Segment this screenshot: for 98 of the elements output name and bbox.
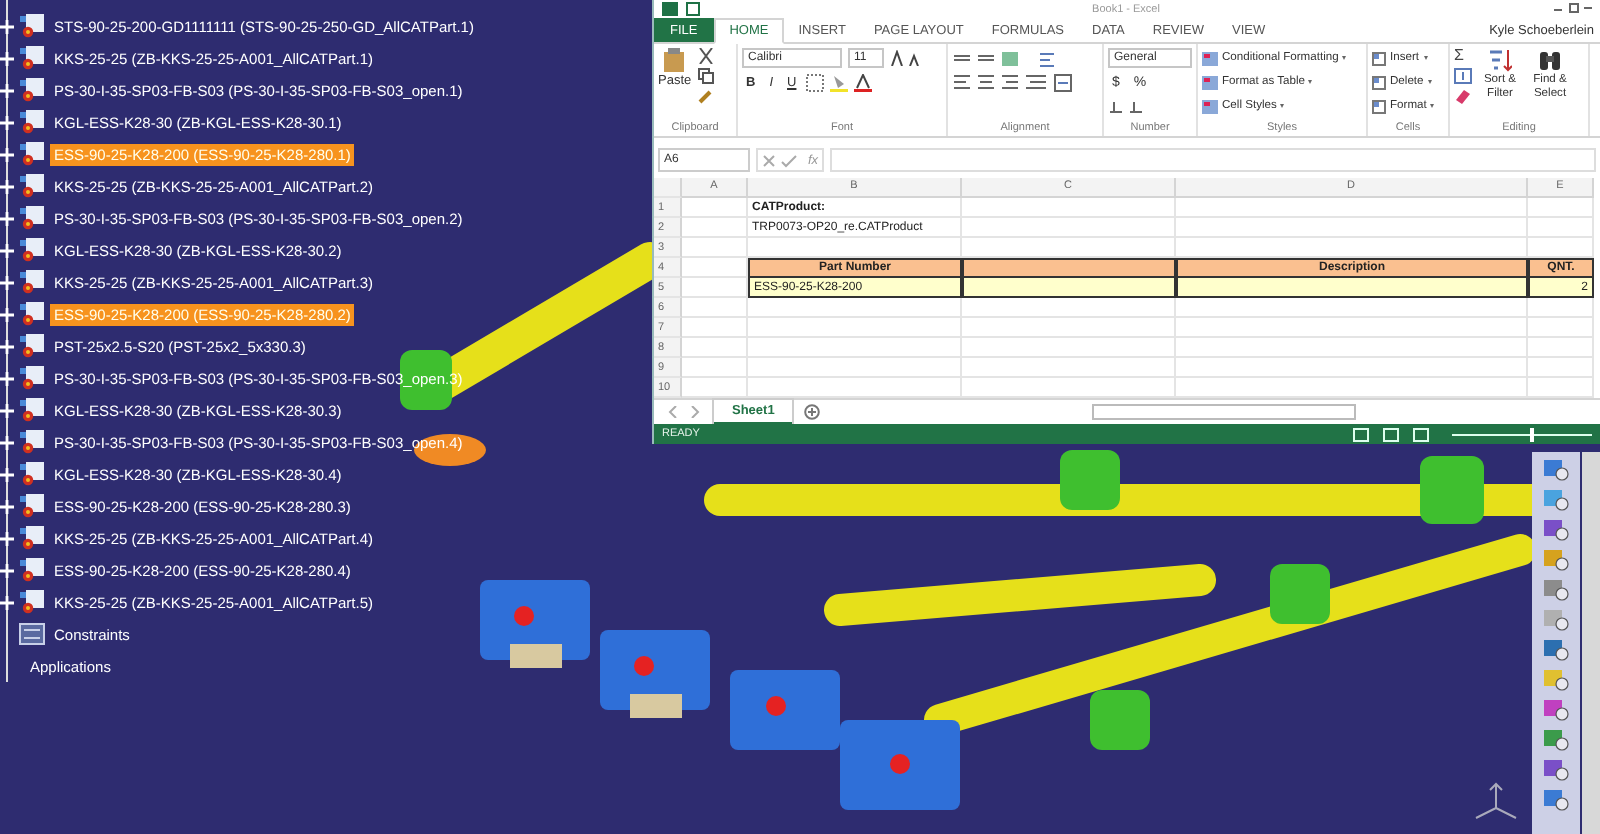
eraser-icon[interactable] [1454,88,1472,104]
expand-icon[interactable] [0,179,14,193]
part-icon [18,142,46,166]
part-icon [18,590,46,614]
fixture [840,720,960,810]
save-icon[interactable] [686,2,700,16]
part-icon [18,430,46,454]
clamp [1420,456,1484,524]
part-icon [18,110,46,134]
autosum-button[interactable]: Σ [1454,48,1472,64]
clamp [1060,450,1120,510]
sort-icon [1488,48,1512,72]
empty-cell [1528,218,1594,238]
expand-icon[interactable] [0,339,14,353]
empty-cell [1528,378,1594,398]
add-sheet-icon[interactable] [804,404,821,420]
expand-icon[interactable] [0,115,14,129]
expand-icon[interactable] [0,531,14,545]
excel-logo-icon [662,2,678,16]
expand-icon[interactable] [0,275,14,289]
empty-cell [1528,198,1594,218]
expand-icon[interactable] [0,243,14,257]
part-icon [18,46,46,70]
expand-icon[interactable] [0,467,14,481]
expand-icon[interactable] [0,307,14,321]
expand-icon[interactable] [0,19,14,33]
expand-icon[interactable] [0,435,14,449]
part-icon [18,78,46,102]
part-icon [18,526,46,550]
part-icon [18,302,46,326]
cells-icon [1372,51,1386,65]
border-icon[interactable] [806,73,825,91]
view-buttons-icon[interactable] [1352,427,1432,441]
clipboard-icon [662,48,687,72]
empty-cell [1528,318,1594,338]
empty-cell [1528,338,1594,358]
window-controls-icon[interactable] [1552,1,1592,13]
tool-icon[interactable] [1542,458,1570,482]
part-icon [18,14,46,38]
part-icon [18,462,46,486]
fill-color-icon[interactable] [830,73,849,91]
wrap-text-icon[interactable] [1038,49,1056,67]
expand-icon[interactable] [0,595,14,609]
tool-icon[interactable] [1542,488,1570,512]
tool-icon[interactable] [1542,698,1570,722]
fill-icon[interactable] [1454,68,1472,84]
expand-icon[interactable] [0,371,14,385]
part-icon [18,270,46,294]
cells-icon [1372,75,1386,89]
table-style-icon [1202,75,1218,89]
compass-icon [1470,780,1522,820]
expand-icon[interactable] [0,499,14,513]
table-style-icon [1202,51,1218,65]
part-icon [18,238,46,262]
part-icon [18,206,46,230]
expand-icon[interactable] [0,83,14,97]
tool-icon[interactable] [1542,548,1570,572]
part-icon [18,174,46,198]
constraints-icon [18,622,46,646]
part-icon [18,334,46,358]
cells-icon [1372,99,1386,113]
fixture [480,580,590,668]
tool-icon[interactable] [1542,638,1570,662]
tool-icon[interactable] [1542,758,1570,782]
copy-icon[interactable] [697,68,714,84]
expand-icon[interactable] [0,563,14,577]
font-size-icon[interactable] [890,50,922,66]
empty-cell [1528,358,1594,378]
fixture [730,670,840,750]
expand-icon[interactable] [0,403,14,417]
table-style-icon [1202,99,1218,113]
horizontal-scrollbar[interactable] [1092,404,1357,420]
tool-icon[interactable] [1542,668,1570,692]
fixture [600,630,710,718]
tool-icon[interactable] [1542,608,1570,632]
tool-icon[interactable] [1542,788,1570,812]
formula-input[interactable] [830,148,1596,172]
tool-icon[interactable] [1542,728,1570,752]
decimal-icon[interactable] [1108,99,1144,113]
tool-icon[interactable] [1542,518,1570,542]
font-color-icon[interactable] [854,73,873,91]
expand-icon[interactable] [0,51,14,65]
part-icon [18,558,46,582]
clamp [1090,690,1150,750]
binoculars-icon [1538,48,1562,72]
part-icon [18,366,46,390]
empty-cell [1528,298,1594,318]
cut-icon[interactable] [697,48,714,64]
brush-icon[interactable] [697,88,714,104]
align-icon[interactable] [952,74,1048,90]
expand-icon[interactable] [0,211,14,225]
expand-icon[interactable] [0,147,14,161]
part-icon [18,494,46,518]
merge-icon[interactable] [1054,73,1072,91]
vertical-scrollbar[interactable] [1582,452,1600,834]
clamp [1270,564,1330,624]
tool-icon[interactable] [1542,578,1570,602]
part-icon [18,398,46,422]
